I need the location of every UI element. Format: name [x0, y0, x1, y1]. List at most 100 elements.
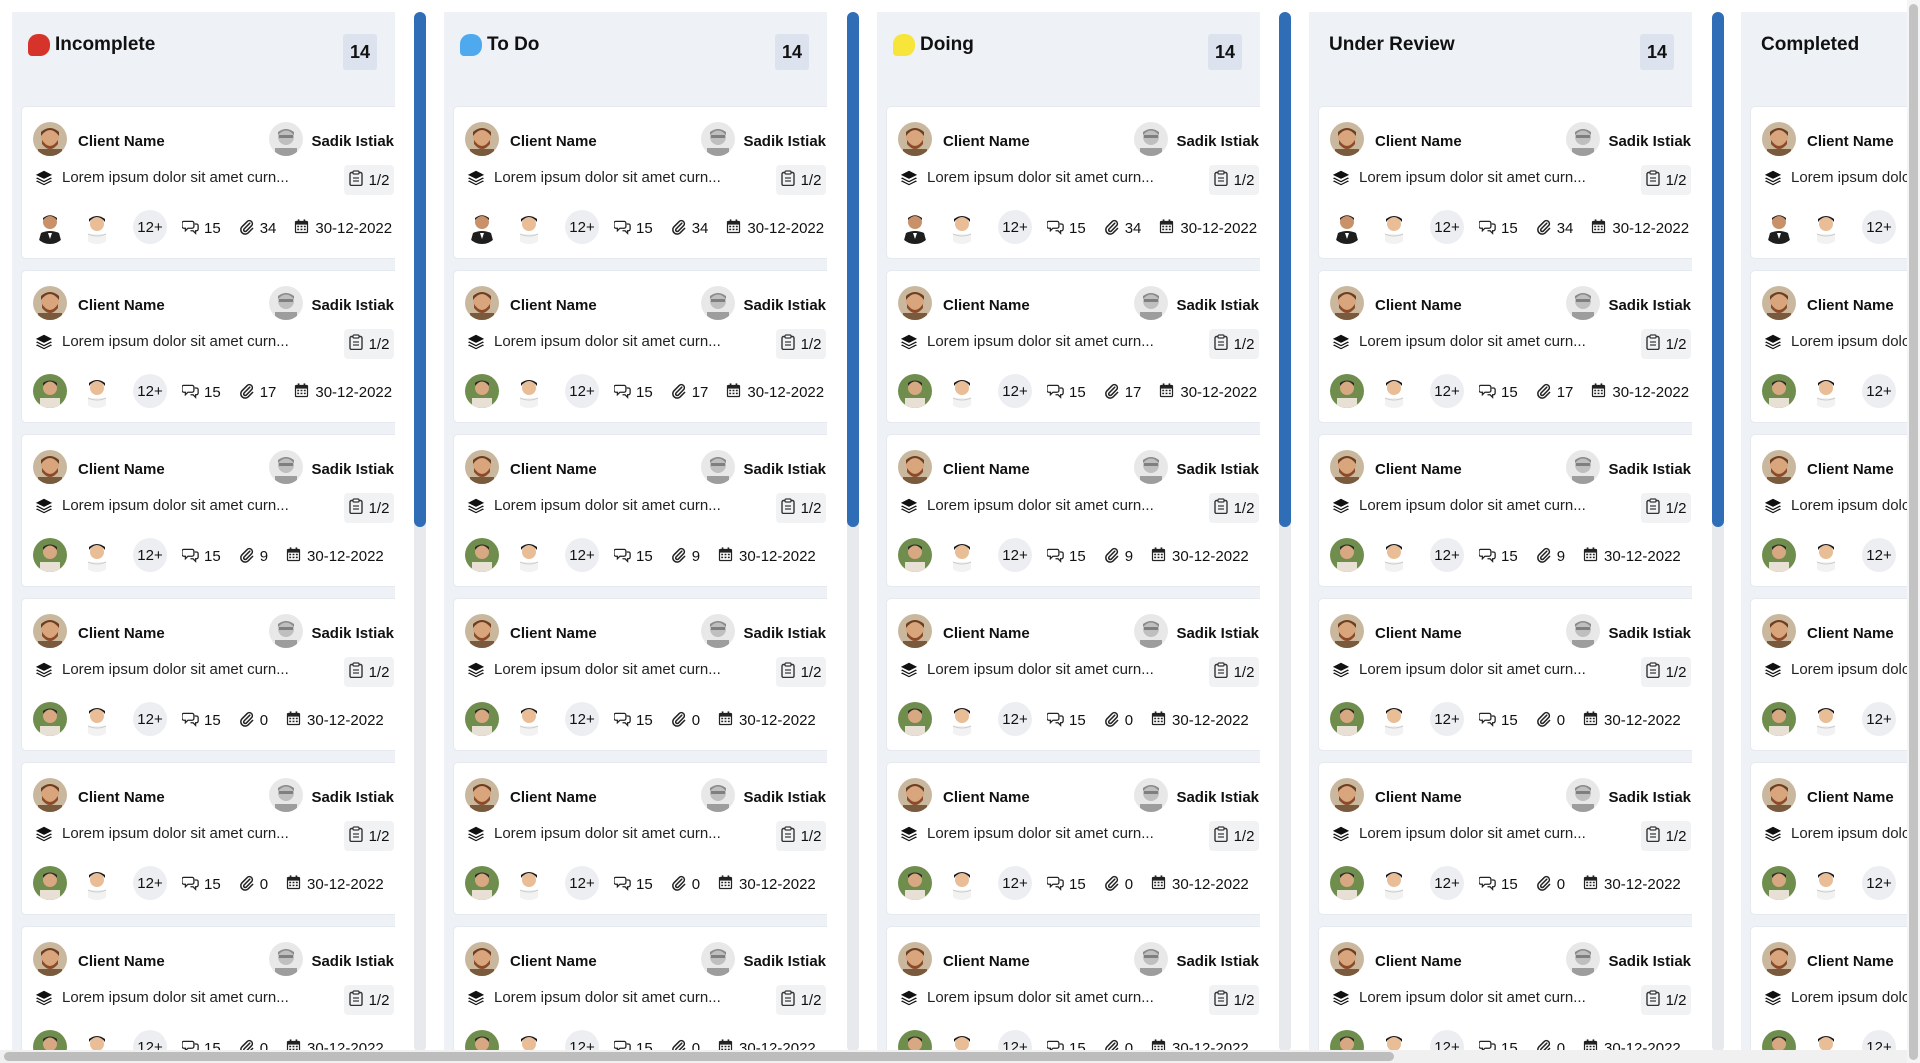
subtask-progress-badge[interactable]: 1/2 [1641, 493, 1691, 523]
member-avatar[interactable] [1762, 866, 1796, 900]
member-avatar[interactable] [1330, 702, 1364, 736]
page-vertical-scrollbar-thumb[interactable] [1909, 4, 1918, 1060]
member-avatar[interactable] [898, 538, 932, 572]
attachments[interactable]: 34 [670, 218, 708, 239]
member-avatar[interactable] [465, 210, 499, 244]
page-vertical-scrollbar[interactable] [1907, 0, 1920, 1063]
member-avatar[interactable] [512, 866, 546, 900]
subtask-progress-badge[interactable]: 1/2 [344, 657, 394, 687]
member-avatar[interactable] [1377, 210, 1411, 244]
more-members-badge[interactable]: 12+ [1862, 866, 1896, 900]
member-avatar[interactable] [465, 866, 499, 900]
task-card[interactable]: Client Name Lorem ipsum dolo 12+ [1751, 927, 1920, 1063]
member-avatar[interactable] [898, 866, 932, 900]
subtask-progress-badge[interactable]: 1/2 [1209, 657, 1259, 687]
subtask-progress-badge[interactable]: 1/2 [776, 165, 826, 195]
attachments[interactable]: 0 [670, 710, 700, 731]
more-members-badge[interactable]: 12+ [998, 702, 1032, 736]
comments[interactable]: 15 [181, 546, 221, 567]
task-card[interactable]: Client Name Sadik Istiak Lorem ipsum dolor… [454, 599, 827, 750]
member-avatar[interactable] [1377, 866, 1411, 900]
more-members-badge[interactable]: 12+ [565, 210, 599, 244]
task-card[interactable]: Client Name Sadik Istiak Lorem ipsum dolor… [22, 763, 395, 914]
task-card[interactable]: Client Name Lorem ipsum dolo 12+ [1751, 435, 1920, 586]
comments[interactable]: 15 [1478, 546, 1518, 567]
more-members-badge[interactable]: 12+ [1430, 702, 1464, 736]
task-card[interactable]: Client Name Sadik Istiak Lorem ipsum dolor… [887, 763, 1260, 914]
member-avatar[interactable] [465, 374, 499, 408]
attachments[interactable]: 17 [670, 382, 708, 403]
subtask-progress-badge[interactable]: 1/2 [776, 657, 826, 687]
member-avatar[interactable] [945, 374, 979, 408]
more-members-badge[interactable]: 12+ [998, 538, 1032, 572]
attachments[interactable]: 9 [238, 546, 268, 567]
member-avatar[interactable] [465, 538, 499, 572]
task-card[interactable]: Client Name Sadik Istiak Lorem ipsum dolor… [454, 763, 827, 914]
more-members-badge[interactable]: 12+ [1430, 210, 1464, 244]
comments[interactable]: 15 [613, 710, 653, 731]
attachments[interactable]: 9 [1535, 546, 1565, 567]
task-card[interactable]: Client Name Sadik Istiak Lorem ipsum dolor… [454, 927, 827, 1063]
subtask-progress-badge[interactable]: 1/2 [344, 985, 394, 1015]
comments[interactable]: 15 [613, 382, 653, 403]
more-members-badge[interactable]: 12+ [998, 374, 1032, 408]
subtask-progress-badge[interactable]: 1/2 [776, 985, 826, 1015]
more-members-badge[interactable]: 12+ [133, 374, 167, 408]
comments[interactable]: 15 [1046, 218, 1086, 239]
subtask-progress-badge[interactable]: 1/2 [1209, 985, 1259, 1015]
comments[interactable]: 15 [613, 546, 653, 567]
member-avatar[interactable] [33, 866, 67, 900]
member-avatar[interactable] [80, 374, 114, 408]
member-avatar[interactable] [945, 210, 979, 244]
subtask-progress-badge[interactable]: 1/2 [1641, 821, 1691, 851]
board-horizontal-scrollbar[interactable] [0, 1050, 1907, 1063]
more-members-badge[interactable]: 12+ [565, 866, 599, 900]
member-avatar[interactable] [465, 702, 499, 736]
attachments[interactable]: 0 [1535, 710, 1565, 731]
member-avatar[interactable] [1330, 210, 1364, 244]
member-avatar[interactable] [512, 210, 546, 244]
subtask-progress-badge[interactable]: 1/2 [776, 329, 826, 359]
more-members-badge[interactable]: 12+ [998, 866, 1032, 900]
column-scrollbar-thumb[interactable] [847, 12, 859, 527]
member-avatar[interactable] [1762, 374, 1796, 408]
task-card[interactable]: Client Name Sadik Istiak Lorem ipsum dolor… [22, 271, 395, 422]
task-card[interactable]: Client Name Sadik Istiak Lorem ipsum dolor… [887, 271, 1260, 422]
subtask-progress-badge[interactable]: 1/2 [1209, 329, 1259, 359]
comments[interactable]: 15 [1046, 874, 1086, 895]
subtask-progress-badge[interactable]: 1/2 [1641, 165, 1691, 195]
more-members-badge[interactable]: 12+ [1862, 702, 1896, 736]
attachments[interactable]: 9 [670, 546, 700, 567]
member-avatar[interactable] [1809, 866, 1843, 900]
task-card[interactable]: Client Name Sadik Istiak Lorem ipsum dolor… [454, 435, 827, 586]
member-avatar[interactable] [1377, 702, 1411, 736]
more-members-badge[interactable]: 12+ [1430, 538, 1464, 572]
task-card[interactable]: Client Name Sadik Istiak Lorem ipsum dolor… [1319, 763, 1692, 914]
column-scrollbar-thumb[interactable] [414, 12, 426, 527]
comments[interactable]: 15 [1478, 218, 1518, 239]
column-scrollbar[interactable] [1712, 12, 1724, 1052]
member-avatar[interactable] [945, 702, 979, 736]
more-members-badge[interactable]: 12+ [565, 702, 599, 736]
task-card[interactable]: Client Name Sadik Istiak Lorem ipsum dolor… [22, 599, 395, 750]
comments[interactable]: 15 [1046, 382, 1086, 403]
attachments[interactable]: 9 [1103, 546, 1133, 567]
column-scrollbar-thumb[interactable] [1712, 12, 1724, 527]
task-card[interactable]: Client Name Lorem ipsum dolo 12+ [1751, 763, 1920, 914]
member-avatar[interactable] [33, 374, 67, 408]
member-avatar[interactable] [80, 210, 114, 244]
comments[interactable]: 15 [181, 382, 221, 403]
member-avatar[interactable] [1809, 702, 1843, 736]
member-avatar[interactable] [1809, 210, 1843, 244]
member-avatar[interactable] [1330, 538, 1364, 572]
member-avatar[interactable] [1330, 374, 1364, 408]
subtask-progress-badge[interactable]: 1/2 [344, 493, 394, 523]
member-avatar[interactable] [33, 538, 67, 572]
attachments[interactable]: 0 [1103, 874, 1133, 895]
more-members-badge[interactable]: 12+ [133, 866, 167, 900]
member-avatar[interactable] [945, 866, 979, 900]
comments[interactable]: 15 [1046, 546, 1086, 567]
member-avatar[interactable] [1377, 374, 1411, 408]
column-scrollbar[interactable] [847, 12, 859, 1052]
task-card[interactable]: Client Name Sadik Istiak Lorem ipsum dolor… [1319, 927, 1692, 1063]
